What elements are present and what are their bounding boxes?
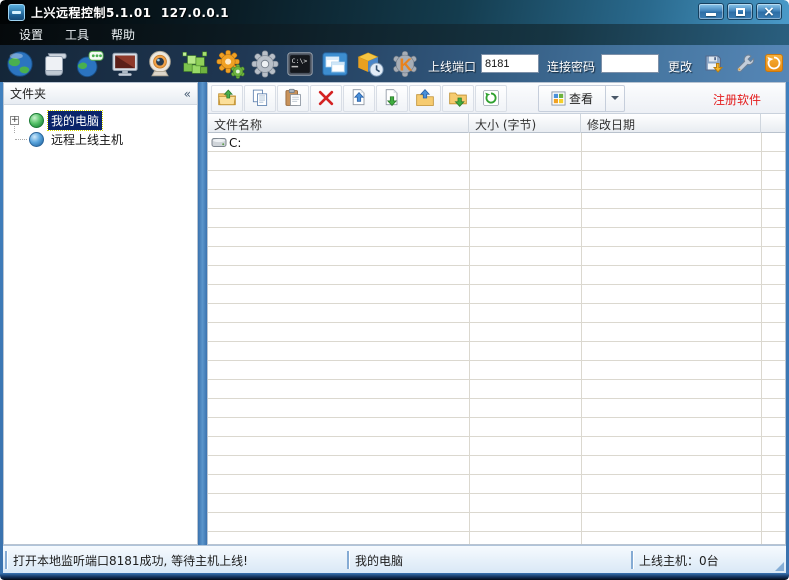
folders-panel-title: 文件夹 xyxy=(10,85,46,102)
refresh-button[interactable] xyxy=(475,85,507,112)
view-dropdown-button[interactable] xyxy=(606,85,625,112)
status-context: 我的电脑 xyxy=(355,552,403,569)
app-window: 上兴远程控制5.1.01 127.0.0.1 × 设置 工具 帮助 xyxy=(0,0,789,580)
view-button[interactable]: 查看 xyxy=(538,85,606,112)
my-computer-icon xyxy=(29,113,44,128)
minimize-button[interactable] xyxy=(698,3,724,20)
paste-button[interactable] xyxy=(277,85,309,112)
toolbar-icon-strip: C:\> K xyxy=(4,48,420,79)
services-gears-icon[interactable] xyxy=(214,48,245,79)
drive-name: C: xyxy=(229,136,241,150)
remote-screen-icon[interactable] xyxy=(109,48,140,79)
grid-line xyxy=(581,133,582,544)
column-header-filename[interactable]: 文件名称 xyxy=(208,114,469,133)
view-grid-icon xyxy=(551,91,566,106)
settings-gear-icon[interactable] xyxy=(249,48,280,79)
copy-button[interactable] xyxy=(244,85,276,112)
close-button[interactable]: × xyxy=(756,3,782,20)
grid-line xyxy=(761,133,762,544)
folder-upload-button[interactable] xyxy=(409,85,441,112)
delete-button[interactable] xyxy=(310,85,342,112)
memory-blocks-icon[interactable] xyxy=(179,48,210,79)
minimize-icon xyxy=(706,13,716,16)
svg-text:K: K xyxy=(399,54,412,74)
folders-panel: 文件夹 « + 我的电脑 远程上线主机 xyxy=(3,82,198,545)
resize-grip[interactable] xyxy=(775,562,784,571)
close-icon: × xyxy=(763,5,775,19)
password-input[interactable] xyxy=(601,54,659,73)
table-row-drive-c[interactable]: C: xyxy=(208,133,469,152)
status-message-section: 打开本地监听端口8181成功, 等待主机上线! xyxy=(5,546,347,574)
port-label: 上线端口 xyxy=(428,58,476,75)
app-icon-bar xyxy=(12,11,21,14)
cmd-terminal-icon[interactable]: C:\> xyxy=(284,48,315,79)
window-border-bottom xyxy=(0,573,789,580)
tree-item-my-computer-row: + 我的电脑 xyxy=(4,111,197,130)
tree-item-remote-hosts[interactable]: 远程上线主机 xyxy=(48,130,126,149)
window-title: 上兴远程控制5.1.01 127.0.0.1 xyxy=(31,4,229,21)
sync-icon[interactable] xyxy=(765,54,783,72)
column-header-filler xyxy=(761,114,785,133)
file-download-button[interactable] xyxy=(376,85,408,112)
column-header-size[interactable]: 大小 (字节) xyxy=(469,114,581,133)
title-bar: 上兴远程控制5.1.01 127.0.0.1 × xyxy=(0,0,789,24)
remote-hosts-icon xyxy=(29,132,44,147)
file-toolbar: 查看 注册软件 xyxy=(208,83,785,114)
menu-help[interactable]: 帮助 xyxy=(102,24,144,45)
file-upload-button[interactable] xyxy=(343,85,375,112)
menu-settings[interactable]: 设置 xyxy=(10,24,52,45)
webcam-icon[interactable] xyxy=(144,48,175,79)
menu-bar: 设置 工具 帮助 xyxy=(0,24,789,45)
view-button-label: 查看 xyxy=(569,90,593,107)
folder-up-button[interactable] xyxy=(211,85,243,112)
status-bar: 打开本地监听端口8181成功, 等待主机上线! 我的电脑 上线主机：0台 xyxy=(3,545,786,573)
hard-disk-icon xyxy=(211,136,227,149)
app-icon xyxy=(8,4,25,21)
port-input[interactable] xyxy=(481,54,539,73)
change-button[interactable]: 更改 xyxy=(668,58,692,75)
script-scroll-icon[interactable] xyxy=(39,48,70,79)
tree-connector-h xyxy=(15,139,27,140)
menu-tools[interactable]: 工具 xyxy=(56,24,98,45)
column-header-date[interactable]: 修改日期 xyxy=(581,114,761,133)
expand-toggle-icon[interactable]: + xyxy=(10,116,19,125)
grid-line xyxy=(469,133,470,544)
status-context-section: 我的电脑 xyxy=(347,546,631,574)
window-controls: × xyxy=(698,3,782,20)
k-process-gear-icon[interactable]: K xyxy=(389,48,420,79)
maximize-button[interactable] xyxy=(727,3,753,20)
password-label: 连接密码 xyxy=(547,58,595,75)
tree-item-my-computer[interactable]: 我的电脑 xyxy=(48,111,102,130)
file-table-header: 文件名称 大小 (字节) 修改日期 xyxy=(208,114,785,133)
folders-panel-header: 文件夹 « xyxy=(4,83,197,105)
status-hosts-section: 上线主机：0台 xyxy=(631,546,781,574)
tree-item-remote-hosts-row: 远程上线主机 xyxy=(4,130,197,149)
status-hosts-count: 上线主机：0台 xyxy=(639,552,719,569)
globe-transfer-icon[interactable] xyxy=(74,48,105,79)
collapse-panel-button[interactable]: « xyxy=(184,88,191,100)
status-message: 打开本地监听端口8181成功, 等待主机上线! xyxy=(13,552,248,569)
internet-globe-icon[interactable] xyxy=(4,48,35,79)
window-manager-icon[interactable] xyxy=(319,48,350,79)
svg-text:C:\>: C:\> xyxy=(291,57,307,65)
folders-tree: + 我的电脑 远程上线主机 xyxy=(4,105,197,149)
wrench-icon[interactable] xyxy=(735,53,755,73)
system-tools-clock-icon[interactable] xyxy=(354,48,385,79)
maximize-icon xyxy=(736,8,745,16)
save-floppy-icon[interactable] xyxy=(703,53,723,73)
folder-download-button[interactable] xyxy=(442,85,474,112)
main-toolbar: C:\> K 上线端口 连接密码 更改 xyxy=(0,45,789,82)
file-table-body: C: xyxy=(208,133,785,544)
file-panel: 查看 注册软件 文件名称 大小 (字节) 修改日期 C: xyxy=(207,82,786,545)
panel-splitter[interactable] xyxy=(198,82,207,545)
register-software-link[interactable]: 注册软件 xyxy=(713,91,761,108)
chevron-down-icon xyxy=(611,96,619,100)
